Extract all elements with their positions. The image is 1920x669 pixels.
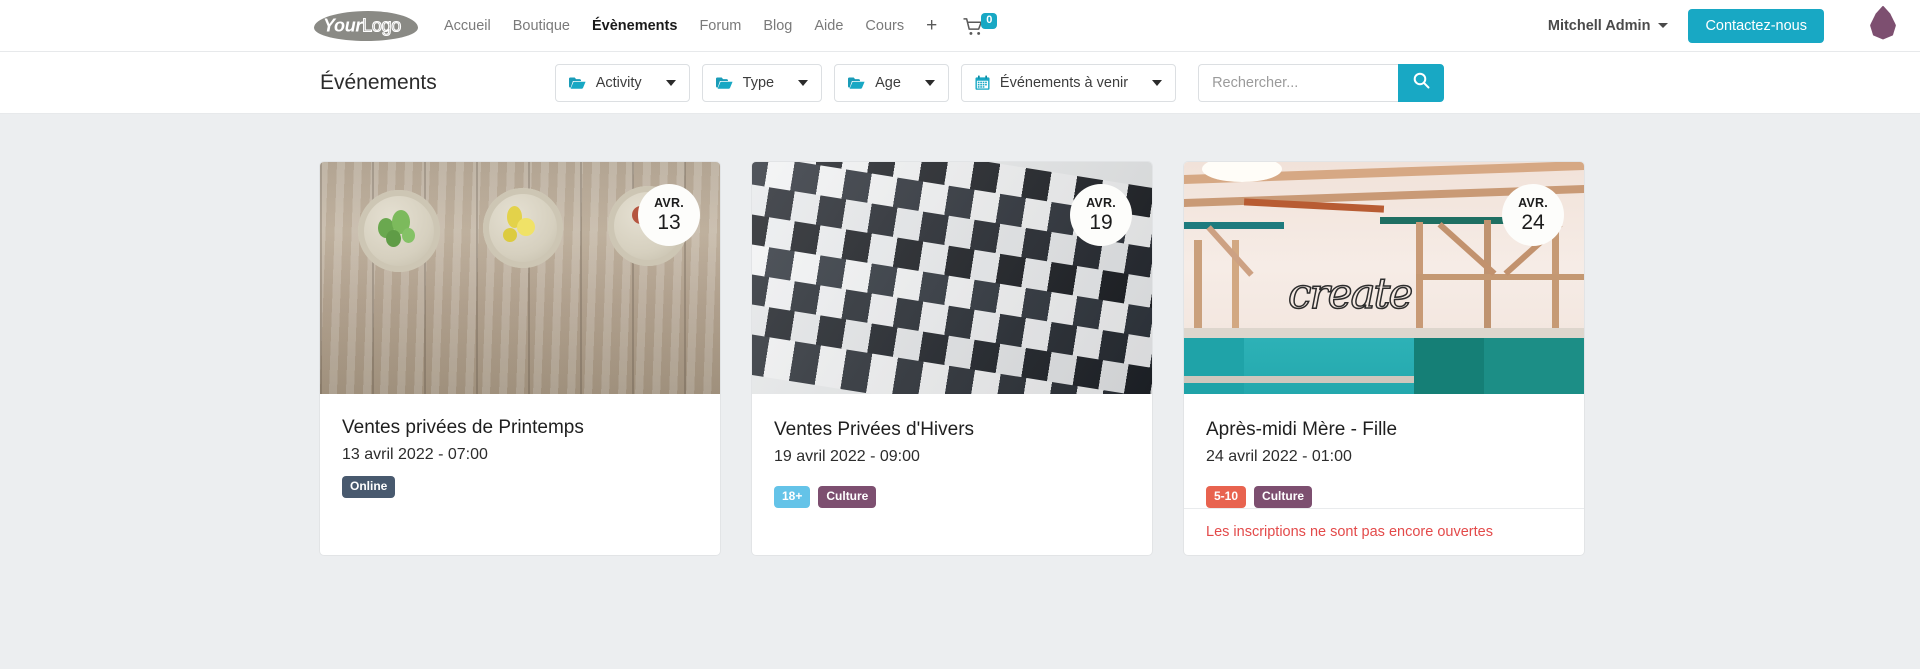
event-tag[interactable]: Online: [342, 475, 396, 498]
date-month: AVR.: [654, 196, 684, 211]
plant-pot: [483, 188, 563, 268]
event-tags: 18+ Culture: [774, 485, 1130, 508]
date-day: 24: [1521, 210, 1545, 234]
event-datetime: 19 avril 2022 - 09:00: [774, 447, 920, 465]
logo-text-part1: Your: [323, 15, 363, 35]
event-card[interactable]: create AVR. 24 Après-midi Mère - Fille 2…: [1184, 162, 1584, 555]
nav-link-aide[interactable]: Aide: [814, 18, 843, 34]
event-tag[interactable]: 18+: [774, 485, 811, 508]
event-image: AVR. 13: [320, 162, 720, 394]
filter-activity-label: Activity: [595, 74, 642, 91]
logo-text: YourLogo: [323, 14, 402, 36]
chevron-down-icon: [1152, 79, 1163, 86]
event-title: Ventes privées de Printemps: [342, 417, 584, 438]
search-icon: [1413, 72, 1430, 94]
calendar-icon: [975, 75, 990, 91]
search-group: [1198, 63, 1445, 102]
event-tags: 5-10 Culture: [1206, 485, 1562, 508]
event-datetime: 13 avril 2022 - 07:00: [342, 445, 488, 463]
filter-activity[interactable]: Activity: [554, 63, 690, 102]
chevron-down-icon: [1658, 23, 1669, 28]
event-image: create AVR. 24: [1184, 162, 1584, 394]
chevron-down-icon: [665, 79, 676, 86]
chevron-down-icon: [798, 79, 809, 86]
page-title: Événements: [320, 70, 437, 94]
search-button[interactable]: [1398, 63, 1445, 102]
logo-text-part2: Logo: [362, 14, 402, 35]
nav-link-cours[interactable]: Cours: [865, 18, 904, 34]
cart-button[interactable]: 0: [963, 12, 998, 37]
plus-icon[interactable]: +: [926, 16, 937, 35]
events-grid: AVR. 13 Ventes privées de Printemps 13 a…: [0, 162, 1920, 555]
main-nav: Accueil Boutique Évènements Forum Blog A…: [444, 16, 937, 35]
event-date-badge: AVR. 13: [638, 184, 700, 246]
filter-bar: Événements Activity Type Age Événements …: [0, 52, 1920, 114]
user-name: Mitchell Admin: [1547, 17, 1651, 34]
nav-link-forum[interactable]: Forum: [699, 18, 741, 34]
filter-upcoming-label: Événements à venir: [999, 74, 1129, 91]
filter-type[interactable]: Type: [701, 63, 823, 102]
create-text: create: [1287, 268, 1414, 319]
event-card[interactable]: AVR. 19 Ventes Privées d'Hivers 19 avril…: [752, 162, 1152, 555]
event-image: AVR. 19: [752, 162, 1152, 394]
date-month: AVR.: [1518, 196, 1548, 211]
filter-type-label: Type: [742, 74, 775, 91]
event-date-badge: AVR. 19: [1070, 184, 1132, 246]
nav-link-evenements[interactable]: Évènements: [592, 18, 677, 34]
event-title: Après-midi Mère - Fille: [1206, 419, 1398, 440]
event-registration-note: Les inscriptions ne sont pas encore ouve…: [1184, 507, 1584, 555]
folder-icon: [848, 76, 865, 90]
water-drop-icon: [1870, 5, 1896, 40]
event-tags: Online: [342, 475, 698, 498]
filter-age[interactable]: Age: [834, 63, 949, 102]
plant-pot: [358, 190, 440, 272]
nav-link-boutique[interactable]: Boutique: [513, 18, 570, 34]
event-card[interactable]: AVR. 13 Ventes privées de Printemps 13 a…: [320, 162, 720, 555]
cart-count-badge: 0: [981, 12, 998, 29]
date-day: 13: [657, 210, 681, 234]
event-tag[interactable]: 5-10: [1206, 485, 1247, 508]
event-datetime: 24 avril 2022 - 01:00: [1206, 447, 1352, 465]
date-month: AVR.: [1086, 196, 1116, 211]
site-logo[interactable]: YourLogo: [314, 10, 418, 41]
date-day: 19: [1089, 210, 1113, 234]
filter-group: Activity Type Age Événements à venir: [554, 63, 1177, 102]
event-tag[interactable]: Culture: [1254, 485, 1313, 508]
search-input[interactable]: [1198, 63, 1399, 102]
event-title: Ventes Privées d'Hivers: [774, 419, 975, 440]
filter-upcoming-events[interactable]: Événements à venir: [960, 63, 1177, 102]
top-navbar: YourLogo Accueil Boutique Évènements For…: [0, 0, 1920, 52]
chevron-down-icon: [924, 79, 935, 86]
user-menu[interactable]: Mitchell Admin: [1548, 18, 1669, 34]
folder-icon: [715, 76, 733, 90]
event-tag[interactable]: Culture: [818, 485, 877, 508]
nav-link-accueil[interactable]: Accueil: [444, 18, 491, 34]
folder-icon: [568, 76, 586, 90]
events-content: AVR. 13 Ventes privées de Printemps 13 a…: [0, 114, 1920, 669]
contact-us-button[interactable]: Contactez-nous: [1688, 8, 1824, 43]
filter-age-label: Age: [875, 74, 901, 91]
nav-link-blog[interactable]: Blog: [763, 18, 792, 34]
event-date-badge: AVR. 24: [1502, 184, 1564, 246]
